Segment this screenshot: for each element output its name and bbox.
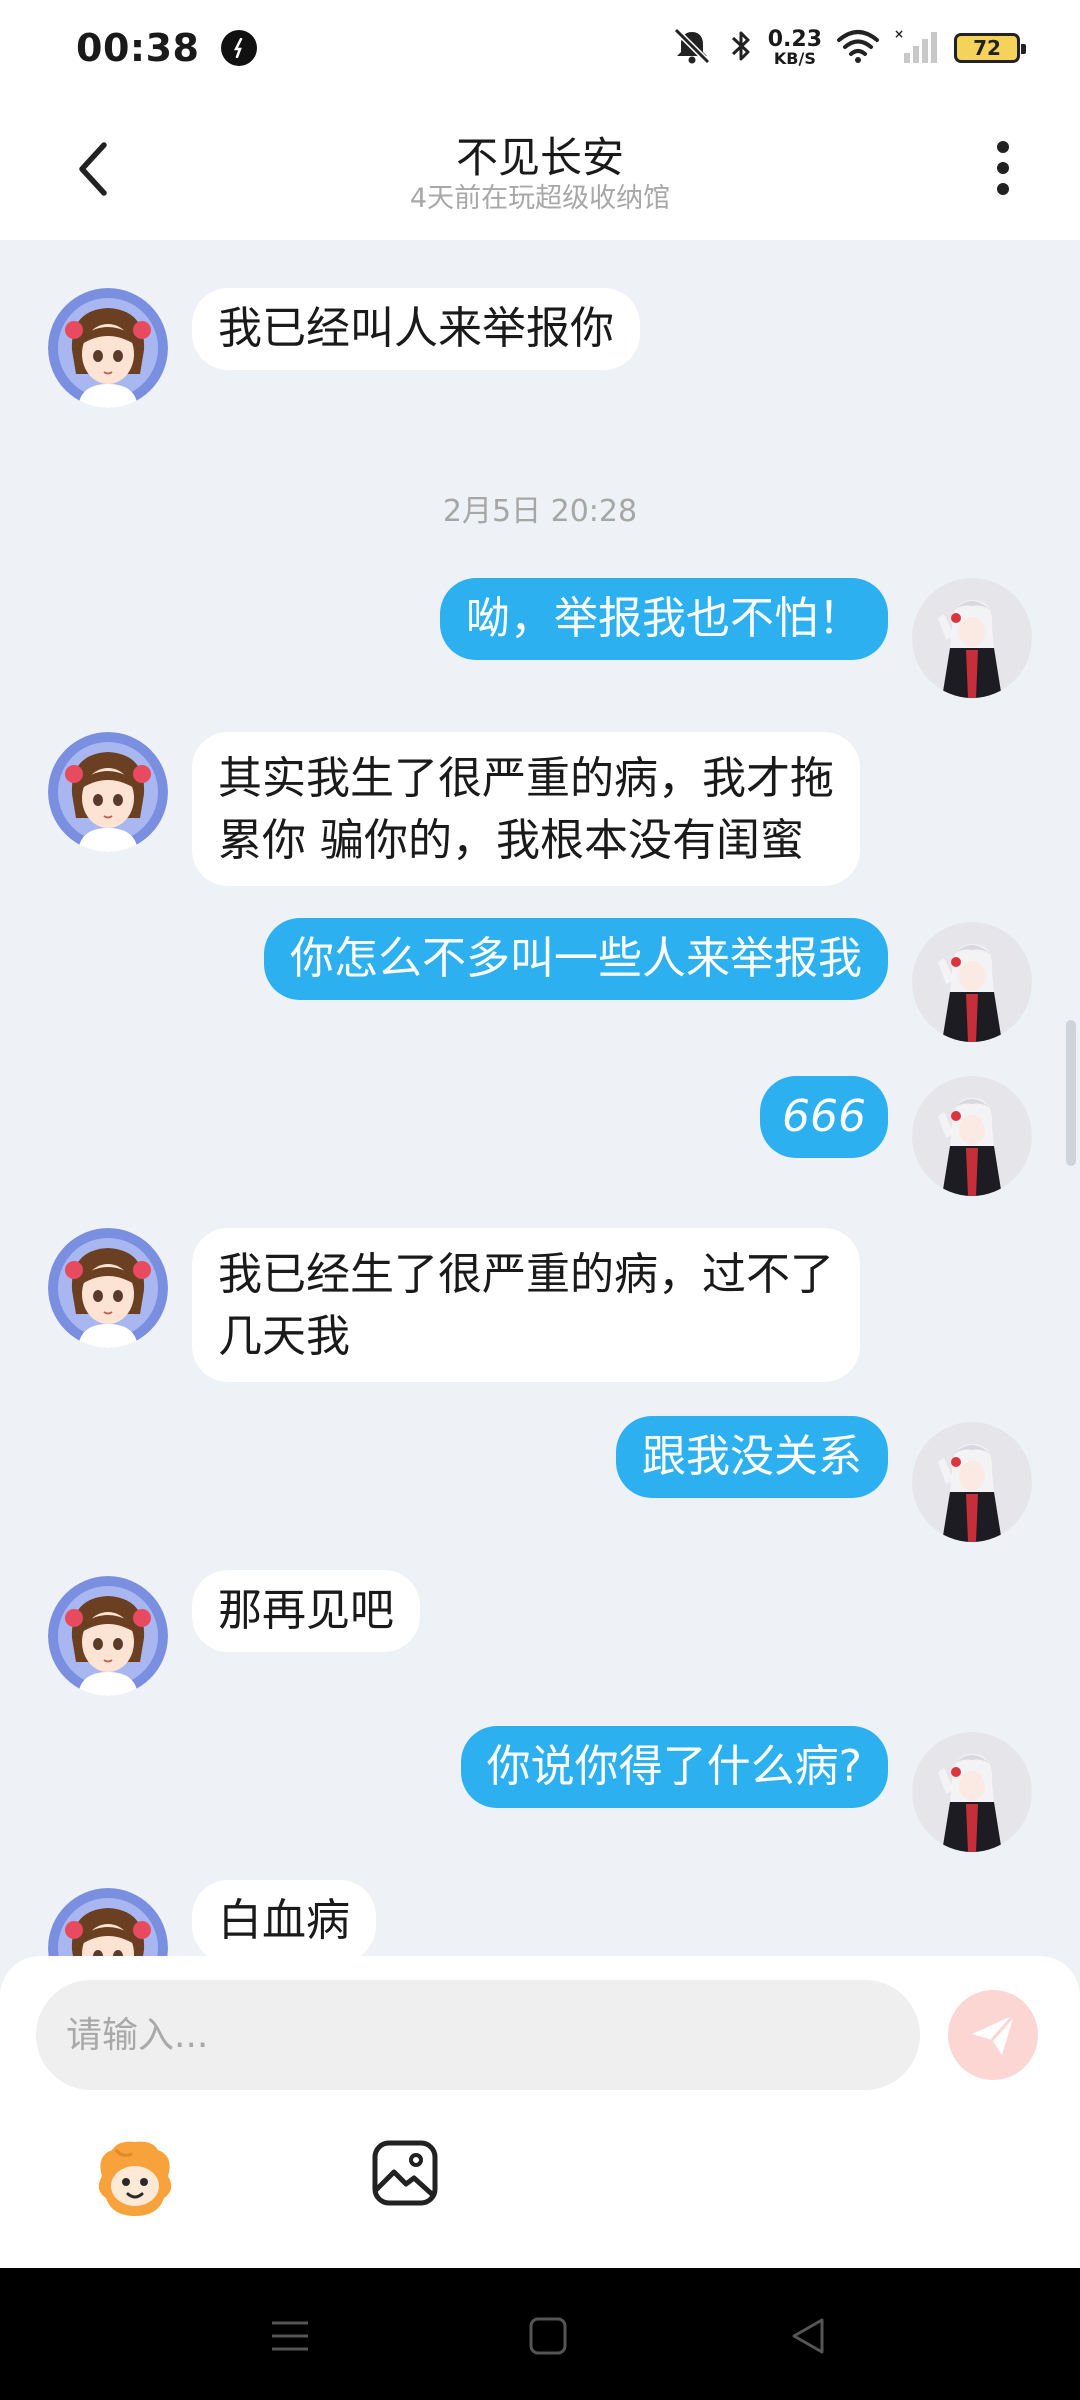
user-avatar[interactable] bbox=[912, 578, 1032, 698]
message-bubble-outgoing[interactable]: 你怎么不多叫一些人来举报我 bbox=[264, 918, 888, 1000]
net-speed-value: 0.23 bbox=[767, 27, 822, 52]
send-icon bbox=[972, 2014, 1016, 2055]
message-bubble-incoming[interactable]: 那再见吧 bbox=[192, 1570, 420, 1652]
contact-avatar[interactable] bbox=[48, 288, 168, 408]
send-button[interactable] bbox=[948, 1990, 1038, 2080]
status-left: 00:38 bbox=[76, 26, 258, 70]
battery-level: 72 bbox=[973, 36, 1001, 60]
cellular-signal-icon: × bbox=[894, 27, 940, 69]
user-avatar[interactable] bbox=[912, 922, 1032, 1042]
message-input[interactable] bbox=[36, 1980, 920, 2090]
mute-icon bbox=[670, 26, 714, 70]
message-bubble-incoming[interactable]: 我已经生了很严重的病，过不了 几天我 bbox=[192, 1228, 860, 1382]
svg-text:×: × bbox=[894, 27, 904, 41]
message-bubble-incoming[interactable]: 其实我生了很严重的病，我才拖 累你 骗你的，我根本没有闺蜜 bbox=[192, 732, 860, 886]
status-bar: 00:38 0.23 KB/S × 72 bbox=[0, 0, 1080, 96]
message-bubble-outgoing[interactable]: 你说你得了什么病? bbox=[460, 1726, 888, 1808]
wifi-icon bbox=[836, 28, 880, 68]
contact-avatar[interactable] bbox=[48, 1228, 168, 1348]
image-icon[interactable] bbox=[370, 2138, 440, 2208]
more-options-button[interactable] bbox=[978, 132, 1028, 204]
message-list[interactable]: 我已经叫人来举报你 2月5日 20:28 呦，举报我也不怕！ 其实我生了很严重的… bbox=[0, 240, 1080, 1956]
home-icon[interactable] bbox=[520, 2308, 576, 2364]
menu-icon[interactable] bbox=[262, 2308, 318, 2364]
user-avatar[interactable] bbox=[912, 1076, 1032, 1196]
message-timestamp: 2月5日 20:28 bbox=[442, 494, 638, 529]
user-avatar[interactable] bbox=[912, 1732, 1032, 1852]
user-avatar[interactable] bbox=[912, 1422, 1032, 1542]
contact-avatar[interactable] bbox=[48, 1888, 168, 1956]
more-vertical-icon bbox=[997, 141, 1009, 195]
back-triangle-icon[interactable] bbox=[780, 2308, 836, 2364]
contact-avatar[interactable] bbox=[48, 1576, 168, 1696]
chat-scrollbar[interactable] bbox=[1066, 1020, 1076, 1166]
contact-activity: 4天前在玩超级收纳馆 bbox=[409, 183, 671, 214]
battery-icon: 72 bbox=[954, 33, 1026, 63]
message-bubble-incoming[interactable]: 白血病 bbox=[192, 1880, 376, 1956]
message-bubble-outgoing[interactable]: 跟我没关系 bbox=[616, 1416, 888, 1498]
status-right: 0.23 KB/S × 72 bbox=[670, 26, 1026, 70]
bluetooth-icon bbox=[728, 26, 754, 70]
message-bubble-outgoing[interactable]: 666 bbox=[760, 1076, 888, 1158]
contact-avatar[interactable] bbox=[48, 732, 168, 852]
message-bubble-incoming[interactable]: 我已经叫人来举报你 bbox=[192, 288, 640, 370]
chat-screen: 00:38 0.23 KB/S × 72 不见长安 4天前在玩超级收纳馆 我已经… bbox=[0, 0, 1080, 2400]
message-bubble-outgoing[interactable]: 呦，举报我也不怕！ bbox=[440, 578, 888, 660]
system-nav-bar bbox=[0, 2268, 1080, 2400]
net-speed: 0.23 KB/S bbox=[768, 29, 822, 67]
notification-icon bbox=[221, 30, 258, 66]
input-panel bbox=[0, 1956, 1080, 2268]
emoji-mascot-icon[interactable] bbox=[92, 2136, 178, 2222]
status-time: 00:38 bbox=[76, 26, 200, 70]
chat-header: 不见长安 4天前在玩超级收纳馆 bbox=[0, 96, 1080, 240]
net-speed-unit: KB/S bbox=[773, 49, 816, 68]
